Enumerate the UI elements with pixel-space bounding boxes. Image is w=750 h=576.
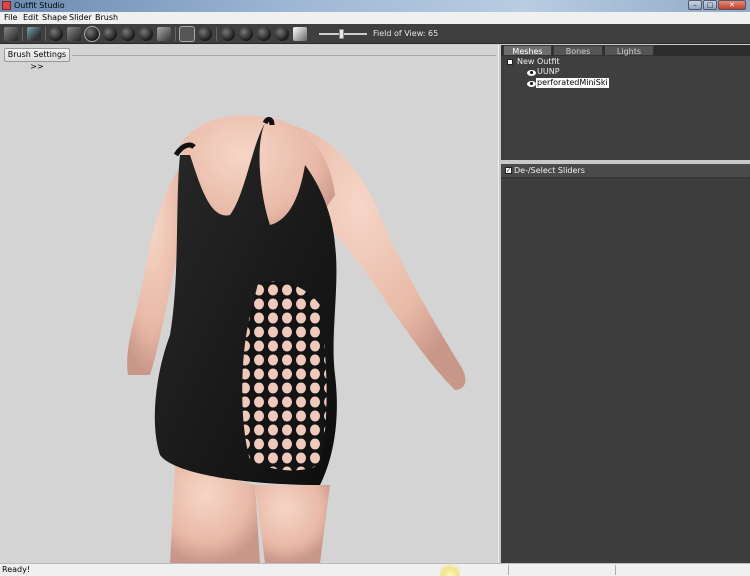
maximize-button[interactable]: □: [703, 0, 717, 10]
window-title: Outfit Studio: [14, 1, 65, 10]
toolbar-separator: [216, 27, 217, 41]
toolbar-separator: [22, 27, 23, 41]
status-text: Ready!: [2, 565, 31, 574]
tree-mesh-perforated[interactable]: perforatedMiniSki: [536, 78, 609, 88]
status-separator: [615, 565, 616, 575]
transform-tool-icon[interactable]: [27, 27, 41, 41]
mask-brush-icon[interactable]: [67, 27, 81, 41]
perforated-panel: [242, 281, 327, 471]
brush-settings-button[interactable]: Brush Settings >>: [4, 48, 70, 71]
tab-bones[interactable]: Bones: [553, 45, 603, 56]
menu-slider[interactable]: Slider: [69, 12, 92, 24]
sliders-list: [501, 178, 750, 563]
cursor-highlight: [440, 563, 460, 576]
left-view-icon[interactable]: [257, 27, 271, 41]
toolbar-separator: [175, 27, 176, 41]
right-view-icon[interactable]: [275, 27, 289, 41]
weight-brush-icon[interactable]: [157, 27, 171, 41]
menu-shape[interactable]: Shape: [42, 12, 67, 24]
symmetry-toggle-icon[interactable]: [179, 26, 195, 42]
outfit-studio-window: Outfit Studio – □ ✕ File Edit Shape Slid…: [0, 0, 750, 576]
tree-mesh-uunp[interactable]: UUNP: [537, 67, 560, 77]
tree-root-outfit[interactable]: New Outfit: [517, 57, 560, 67]
inflate-brush-icon[interactable]: [84, 26, 100, 42]
front-view-icon[interactable]: [221, 27, 235, 41]
standard-brush-icon[interactable]: [49, 27, 63, 41]
connected-only-icon[interactable]: [198, 27, 212, 41]
sliders-header-label: De-/Select Sliders: [514, 166, 585, 175]
toolbar-separator: [45, 27, 46, 41]
back-view-icon[interactable]: [239, 27, 253, 41]
app-icon: [2, 1, 11, 10]
menu-edit[interactable]: Edit: [23, 12, 39, 24]
visibility-eye-icon[interactable]: [527, 81, 536, 87]
close-button[interactable]: ✕: [718, 0, 746, 10]
fov-slider-handle[interactable]: [339, 29, 344, 39]
minimize-button[interactable]: –: [688, 0, 702, 10]
tab-meshes[interactable]: Meshes: [503, 45, 552, 56]
3d-viewport[interactable]: Brush Settings >>: [0, 45, 498, 563]
panel-tabs: Meshes Bones Lights: [501, 45, 750, 56]
status-bar: Ready!: [0, 563, 750, 576]
select-tool-icon[interactable]: [4, 27, 18, 41]
menu-brush[interactable]: Brush: [95, 12, 118, 24]
perspective-toggle-icon[interactable]: [293, 27, 307, 41]
status-separator: [508, 565, 509, 575]
move-brush-icon[interactable]: [121, 27, 135, 41]
select-all-sliders-checkbox[interactable]: ✓: [505, 167, 512, 174]
leg-right: [255, 485, 330, 563]
menu-file[interactable]: File: [4, 12, 17, 24]
tree-collapse-icon[interactable]: [507, 59, 513, 65]
menu-bar: File Edit Shape Slider Brush: [0, 12, 750, 24]
outfit-model-render: [127, 115, 466, 563]
title-bar: Outfit Studio – □ ✕: [0, 0, 750, 12]
fov-label: Field of View: 65: [373, 29, 439, 38]
tab-lights[interactable]: Lights: [604, 45, 654, 56]
brush-settings-divider: [72, 55, 496, 56]
deflate-brush-icon[interactable]: [103, 27, 117, 41]
visibility-eye-icon[interactable]: [527, 70, 536, 76]
smooth-brush-icon[interactable]: [139, 27, 153, 41]
toolbar: Field of View: 65: [0, 24, 750, 44]
